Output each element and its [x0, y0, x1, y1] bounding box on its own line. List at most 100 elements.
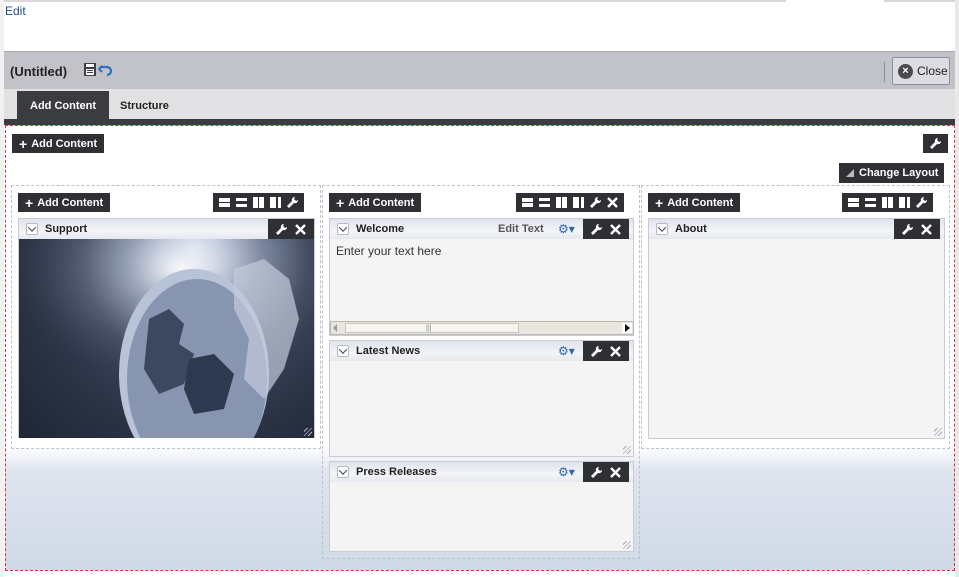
collapse-chevron-icon[interactable]	[337, 223, 349, 235]
close-circle-icon: ×	[898, 63, 913, 79]
change-layout-icon	[846, 169, 854, 177]
page-properties-button[interactable]	[923, 134, 948, 153]
layout-two-row-icon[interactable]	[864, 196, 877, 209]
portlet-support: Support	[18, 218, 315, 438]
tab-structure[interactable]: Structure	[108, 91, 181, 121]
portlet-tools	[268, 219, 314, 239]
resize-handle[interactable]	[304, 428, 312, 436]
gear-dropdown-icon[interactable]: ⚙▾	[558, 222, 575, 236]
portlet-tools	[583, 219, 629, 239]
wrench-icon[interactable]	[590, 466, 603, 479]
resize-handle[interactable]	[623, 446, 631, 454]
portlet-title: Support	[45, 223, 88, 235]
wrench-icon	[930, 137, 942, 149]
close-button-label: Close	[917, 64, 948, 78]
wrench-icon[interactable]	[589, 196, 602, 209]
close-x-icon[interactable]	[609, 345, 622, 358]
wrench-icon[interactable]	[275, 223, 288, 236]
welcome-text[interactable]: Enter your text here	[336, 244, 441, 258]
layout-one-column-icon[interactable]	[847, 196, 860, 209]
column-add-content-button[interactable]: + Add Content	[18, 193, 111, 212]
column-layout-tools	[213, 193, 304, 212]
layout-two-row-icon[interactable]	[235, 196, 248, 209]
titlebar-separator	[884, 62, 885, 82]
portlet-press-releases: Press Releases ⚙▾	[329, 461, 634, 552]
close-x-icon[interactable]	[606, 196, 619, 209]
portlet-title: Latest News	[356, 345, 421, 357]
tab-bar: Add Content Structure	[4, 89, 955, 121]
layout-two-column-icon[interactable]	[252, 196, 265, 209]
resize-handle[interactable]	[934, 428, 942, 436]
change-layout-label: Change Layout	[859, 167, 939, 179]
layout-two-column-icon[interactable]	[881, 196, 894, 209]
page-title: (Untitled)	[10, 64, 68, 79]
wrench-icon[interactable]	[286, 196, 299, 209]
earth-image	[19, 239, 314, 438]
portlet-tools	[583, 341, 629, 361]
gear-dropdown-icon[interactable]: ⚙▾	[558, 344, 575, 358]
collapse-chevron-icon[interactable]	[337, 345, 349, 357]
column-add-content-label: Add Content	[37, 196, 104, 209]
portlet-tools	[894, 219, 940, 239]
close-x-icon[interactable]	[920, 223, 933, 236]
scrollbar-grip-icon: |||	[426, 325, 432, 332]
wrench-icon[interactable]	[915, 196, 928, 209]
layout-three-column-icon[interactable]	[898, 196, 911, 209]
portlet-title: About	[675, 223, 707, 235]
layout-column-2: + Add Content Welcome Edit Text ⚙▾ Enter…	[322, 185, 640, 559]
close-x-icon[interactable]	[294, 223, 307, 236]
edit-text-link[interactable]: Edit Text	[498, 223, 544, 235]
layout-two-row-icon[interactable]	[538, 196, 551, 209]
portlet-welcome: Welcome Edit Text ⚙▾ Enter your text her…	[329, 218, 634, 336]
frame-right	[955, 0, 959, 577]
layout-one-column-icon[interactable]	[218, 196, 231, 209]
resize-handle[interactable]	[623, 541, 631, 549]
add-content-button[interactable]: + Add Content	[12, 134, 105, 153]
portlet-latest-news: Latest News ⚙▾	[329, 340, 634, 457]
collapse-chevron-icon[interactable]	[26, 223, 38, 235]
layout-three-column-icon[interactable]	[572, 196, 585, 209]
layout-three-column-icon[interactable]	[269, 196, 282, 209]
change-layout-button[interactable]: Change Layout	[839, 163, 945, 183]
portlet-header: Support	[19, 219, 314, 239]
layout-column-1: + Add Content Support	[11, 185, 321, 449]
column-add-content-label: Add Content	[667, 196, 734, 209]
collapse-chevron-icon[interactable]	[337, 466, 349, 478]
column-add-content-button[interactable]: + Add Content	[329, 193, 422, 212]
portlet-header: Press Releases ⚙▾	[330, 462, 633, 482]
undo-icon[interactable]	[98, 62, 114, 77]
earth-planet-graphic	[19, 239, 314, 438]
plus-icon: +	[19, 135, 28, 152]
scroll-left-icon[interactable]	[333, 324, 337, 332]
close-x-icon[interactable]	[609, 466, 622, 479]
wrench-icon[interactable]	[590, 345, 603, 358]
scrollbar-thumb[interactable]: |||	[345, 323, 519, 333]
tab-add-content[interactable]: Add Content	[17, 91, 109, 121]
close-x-icon[interactable]	[609, 223, 622, 236]
portlet-about: About	[648, 218, 945, 439]
save-icon[interactable]	[83, 62, 97, 77]
wrench-icon[interactable]	[901, 223, 914, 236]
layout-two-column-icon[interactable]	[555, 196, 568, 209]
edit-link[interactable]: Edit	[5, 4, 26, 18]
portlet-header: Welcome Edit Text ⚙▾	[330, 219, 633, 239]
page-canvas: + Add Content Change Layout + Add Conten…	[5, 125, 955, 571]
collapse-chevron-icon[interactable]	[656, 223, 668, 235]
top-strip	[0, 0, 959, 2]
plus-icon: +	[25, 194, 34, 211]
portlet-title: Press Releases	[356, 466, 437, 478]
portlet-header: About	[649, 219, 944, 239]
add-content-label: Add Content	[31, 137, 98, 150]
composer-titlebar: (Untitled) × Close	[4, 51, 955, 89]
layout-one-column-icon[interactable]	[521, 196, 534, 209]
column-add-content-label: Add Content	[348, 196, 415, 209]
column-add-content-button[interactable]: + Add Content	[648, 193, 741, 212]
horizontal-scrollbar[interactable]: |||	[330, 321, 634, 335]
wrench-icon[interactable]	[590, 223, 603, 236]
portlet-title: Welcome	[356, 223, 405, 235]
gear-dropdown-icon[interactable]: ⚙▾	[558, 465, 575, 479]
portlet-tools	[583, 462, 629, 482]
layout-column-3: + Add Content About	[641, 185, 950, 449]
scroll-right-arrow	[625, 324, 630, 332]
close-button[interactable]: × Close	[892, 57, 950, 85]
